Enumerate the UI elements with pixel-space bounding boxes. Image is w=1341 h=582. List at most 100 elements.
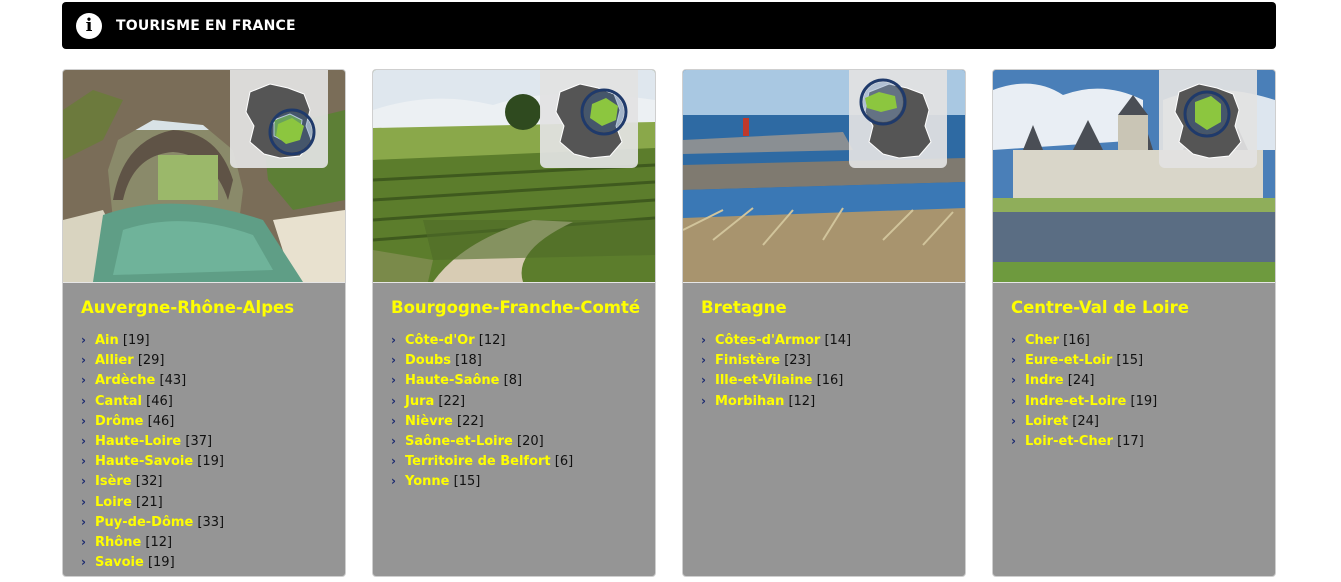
region-photo[interactable] xyxy=(63,70,345,283)
department-count: [12] xyxy=(478,333,506,348)
chevron-right-icon: › xyxy=(1011,433,1016,448)
chevron-right-icon: › xyxy=(81,353,86,368)
department-link[interactable]: Jura xyxy=(405,394,434,409)
chevron-right-icon: › xyxy=(1011,373,1016,388)
department-item[interactable]: › Loire [21] xyxy=(81,492,345,512)
department-count: [33] xyxy=(197,514,225,530)
department-item[interactable]: › Haute-Saône [8] xyxy=(391,370,655,390)
chevron-right-icon: › xyxy=(81,474,86,489)
department-item[interactable]: › Doubs [18] xyxy=(391,350,655,370)
department-link[interactable]: Morbihan xyxy=(715,394,784,409)
department-item[interactable]: › Haute-Savoie [19] xyxy=(81,451,345,471)
chevron-right-icon: › xyxy=(1011,353,1016,368)
department-link[interactable]: Cantal xyxy=(95,394,142,409)
department-item[interactable]: › Finistère [23] xyxy=(701,350,965,370)
department-count: [43] xyxy=(159,373,187,389)
department-count: [19] xyxy=(147,555,175,571)
department-count: [16] xyxy=(816,373,844,389)
department-link[interactable]: Saône-et-Loire xyxy=(405,434,513,449)
department-item[interactable]: › Morbihan [12] xyxy=(701,391,965,411)
department-item[interactable]: › Indre [24] xyxy=(1011,370,1275,390)
department-link[interactable]: Eure-et-Loir xyxy=(1025,353,1112,368)
department-item[interactable]: › Territoire de Belfort [6] xyxy=(391,451,655,471)
department-item[interactable]: › Allier [29] xyxy=(81,350,345,370)
department-item[interactable]: › Ardèche [43] xyxy=(81,370,345,390)
department-item[interactable]: › Drôme [46] xyxy=(81,411,345,431)
department-link[interactable]: Savoie xyxy=(95,555,144,570)
region-title[interactable]: Bretagne xyxy=(701,298,965,320)
region-photo[interactable] xyxy=(993,70,1275,283)
department-item[interactable]: › Côte-d'Or [12] xyxy=(391,330,655,350)
department-link[interactable]: Isère xyxy=(95,474,132,489)
france-map-thumbnail xyxy=(540,70,638,168)
department-item[interactable]: › Indre-et-Loire [19] xyxy=(1011,391,1275,411)
department-link[interactable]: Haute-Loire xyxy=(95,434,181,449)
department-count: [16] xyxy=(1063,333,1090,348)
region-card-auvergne-rhone-alpes: Auvergne-Rhône-Alpes › Ain [19] › Allier [… xyxy=(62,69,346,577)
department-count: [46] xyxy=(147,413,175,429)
department-link[interactable]: Doubs xyxy=(405,353,451,368)
department-link[interactable]: Indre-et-Loire xyxy=(1025,394,1126,409)
region-photo[interactable] xyxy=(683,70,965,283)
department-link[interactable]: Loiret xyxy=(1025,414,1068,429)
department-link[interactable]: Ardèche xyxy=(95,373,155,388)
department-link[interactable]: Côtes-d'Armor xyxy=(715,333,820,348)
department-link[interactable]: Ille-et-Vilaine xyxy=(715,373,813,388)
department-link[interactable]: Haute-Saône xyxy=(405,373,499,388)
department-item[interactable]: › Loir-et-Cher [17] xyxy=(1011,431,1275,451)
department-item[interactable]: › Haute-Loire [37] xyxy=(81,431,345,451)
department-item[interactable]: › Savoie [19] xyxy=(81,552,345,572)
department-link[interactable]: Cher xyxy=(1025,333,1059,348)
department-link[interactable]: Indre xyxy=(1025,373,1064,388)
chevron-right-icon: › xyxy=(81,393,86,408)
department-item[interactable]: › Yonne [15] xyxy=(391,471,655,491)
department-item[interactable]: › Ille-et-Vilaine [16] xyxy=(701,370,965,390)
department-link[interactable]: Territoire de Belfort xyxy=(405,454,551,469)
department-count: [20] xyxy=(517,433,544,449)
chevron-right-icon: › xyxy=(1011,333,1016,347)
department-link[interactable]: Côte-d'Or xyxy=(405,333,475,348)
region-title[interactable]: Auvergne-Rhône-Alpes xyxy=(81,298,345,320)
france-map-thumbnail xyxy=(230,70,328,168)
department-item[interactable]: › Nièvre [22] xyxy=(391,411,655,431)
department-link[interactable]: Nièvre xyxy=(405,414,453,429)
department-count: [24] xyxy=(1067,373,1095,389)
department-item[interactable]: › Eure-et-Loir [15] xyxy=(1011,350,1275,370)
department-count: [12] xyxy=(788,393,816,409)
chevron-right-icon: › xyxy=(391,474,396,489)
department-item[interactable]: › Rhône [12] xyxy=(81,532,345,552)
department-item[interactable]: › Jura [22] xyxy=(391,391,655,411)
department-link[interactable]: Loire xyxy=(95,495,132,510)
department-item[interactable]: › Cher [16] xyxy=(1011,330,1275,350)
chevron-right-icon: › xyxy=(701,333,706,347)
department-link[interactable]: Haute-Savoie xyxy=(95,454,193,469)
department-link[interactable]: Allier xyxy=(95,353,134,368)
department-link[interactable]: Finistère xyxy=(715,353,780,368)
department-item[interactable]: › Cantal [46] xyxy=(81,391,345,411)
chevron-right-icon: › xyxy=(81,413,86,428)
department-item[interactable]: › Saône-et-Loire [20] xyxy=(391,431,655,451)
department-link[interactable]: Loir-et-Cher xyxy=(1025,434,1113,449)
chevron-right-icon: › xyxy=(391,433,396,448)
department-item[interactable]: › Puy-de-Dôme [33] xyxy=(81,512,345,532)
region-photo[interactable] xyxy=(373,70,655,283)
department-link[interactable]: Rhône xyxy=(95,535,141,550)
chevron-right-icon: › xyxy=(81,333,86,347)
department-count: [29] xyxy=(137,353,165,369)
department-link[interactable]: Drôme xyxy=(95,414,144,429)
department-item[interactable]: › Ain [19] xyxy=(81,330,345,350)
department-count: [18] xyxy=(455,353,482,369)
department-item[interactable]: › Loiret [24] xyxy=(1011,411,1275,431)
department-item[interactable]: › Isère [32] xyxy=(81,471,345,491)
department-link[interactable]: Puy-de-Dôme xyxy=(95,515,193,530)
region-title[interactable]: Centre-Val de Loire xyxy=(1011,298,1275,320)
department-link[interactable]: Ain xyxy=(95,333,119,348)
department-link[interactable]: Yonne xyxy=(405,474,449,489)
department-list: › Cher [16] › Eure-et-Loir [15] › Indre [24… xyxy=(1011,330,1275,451)
page-header: i TOURISME EN FRANCE xyxy=(62,2,1276,49)
region-title[interactable]: Bourgogne-Franche-Comté xyxy=(391,298,655,320)
department-count: [8] xyxy=(503,373,523,389)
chevron-right-icon: › xyxy=(81,373,86,388)
department-count: [32] xyxy=(135,474,163,490)
department-item[interactable]: › Côtes-d'Armor [14] xyxy=(701,330,965,350)
